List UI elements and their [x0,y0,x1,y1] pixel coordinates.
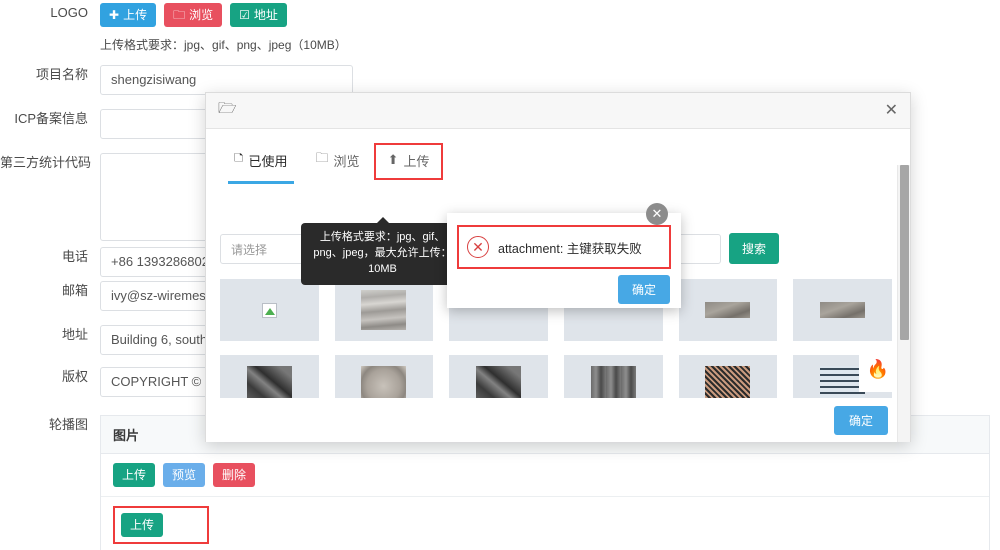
modal-scrollbar[interactable] [897,165,910,442]
carousel-delete-button[interactable]: 删除 [213,463,256,487]
edit-icon: ☑ [239,8,250,22]
carousel-add-upload-button[interactable]: 上传 [121,513,164,537]
error-alert-close-button[interactable]: ✕ [646,203,668,225]
app-root: LOGO ✚ 上传 🗀 浏览 ☑ 地址 上传格式要求：jpg、gif、png、j… [0,0,1000,550]
logo-address-button[interactable]: ☑ 地址 [230,3,287,27]
error-confirm-button[interactable]: 确定 [617,275,670,304]
upload-format-tooltip: 上传格式要求：jpg、gif、png、jpeg，最大允许上传：10MB [301,217,464,285]
error-message-text: attachment: 主键获取失败 [498,241,642,256]
folder-open-icon: 🗁 [218,100,237,117]
carousel-add-highlight: 上传 [113,506,210,544]
logo-browse-label: 浏览 [189,8,214,22]
label-logo: LOGO [50,5,88,20]
label-address: 地址 [61,327,88,342]
thumb-metal-plate-2 [820,302,866,318]
logo-upload-label: 上传 [123,8,148,22]
error-message-box: ✕ attachment: 主键获取失败 [457,225,671,269]
label-carousel: 轮播图 [48,417,88,432]
tab-upload-label: 上传 [403,153,430,169]
logo-browse-button[interactable]: 🗀 浏览 [164,3,223,27]
error-alert-dialog: ✕ attachment: 主键获取失败 确定 [447,213,681,308]
carousel-footer-row: 上传 [101,497,989,550]
modal-header: 🗁 ✕ [206,93,910,129]
modal-confirm-button[interactable]: 确定 [833,405,888,435]
form-row-project-name: 项目名称 shengzisiwang [0,65,353,95]
label-copyright: 版权 [61,369,88,384]
archive-icon: 🗅 [234,150,244,165]
modal-tabs: 🗅 已使用 🗀 浏览 ⬆ 上传 [206,129,910,184]
upload-icon: ⬆ [387,152,399,167]
project-name-input[interactable]: shengzisiwang [100,65,353,95]
folder-icon: 🗀 [173,8,186,22]
modal-footer: 确定 [206,398,910,442]
label-project-name: 项目名称 [35,67,88,82]
logo-address-label: 地址 [253,8,278,22]
label-icp: ICP备案信息 [14,111,88,126]
tab-browse-label: 浏览 [333,153,360,169]
form-row-logo: LOGO ✚ 上传 🗀 浏览 ☑ 地址 上传格式要求：jpg、gif、png、j… [0,3,347,53]
broken-image-icon [261,302,277,318]
carousel-upload-button[interactable]: 上传 [113,463,156,487]
thumb-wire-roll [361,290,407,330]
carousel-preview-button[interactable]: 预览 [163,463,206,487]
label-email: 邮箱 [61,283,88,298]
tab-upload[interactable]: ⬆ 上传 [373,143,444,180]
tab-used[interactable]: 🗅 已使用 [220,143,302,184]
modal-scrollbar-thumb[interactable] [900,165,909,340]
modal-close-button[interactable]: ✕ [885,102,898,119]
tab-browse[interactable]: 🗀 浏览 [302,143,374,180]
logo-hint-text: 上传格式要求：jpg、gif、png、jpeg（10MB） [100,38,347,52]
tab-used-label: 已使用 [248,153,288,169]
carousel-row: 上传 预览 删除 [101,454,989,497]
label-phone: 电话 [61,249,88,264]
error-alert-actions: 确定 [447,269,681,304]
thumb-metal-plate-1 [705,302,751,318]
logo-upload-button[interactable]: ✚ 上传 [100,3,157,27]
folder-icon: 🗀 [315,150,329,165]
thumb-cell-2[interactable] [334,279,434,341]
plus-icon: ✚ [109,8,120,22]
fire-icon[interactable]: 🔥 [859,346,897,392]
label-analytics-code: 第三方统计代码 [0,155,92,170]
thumb-cell-1[interactable] [220,279,319,341]
thumb-cell-5[interactable] [678,279,778,341]
error-circle-x-icon: ✕ [467,236,489,258]
thumb-cell-6[interactable] [793,279,892,341]
logo-control: ✚ 上传 🗀 浏览 ☑ 地址 上传格式要求：jpg、gif、png、jpeg（1… [100,3,347,53]
modal-search-button[interactable]: 搜索 [729,233,780,264]
